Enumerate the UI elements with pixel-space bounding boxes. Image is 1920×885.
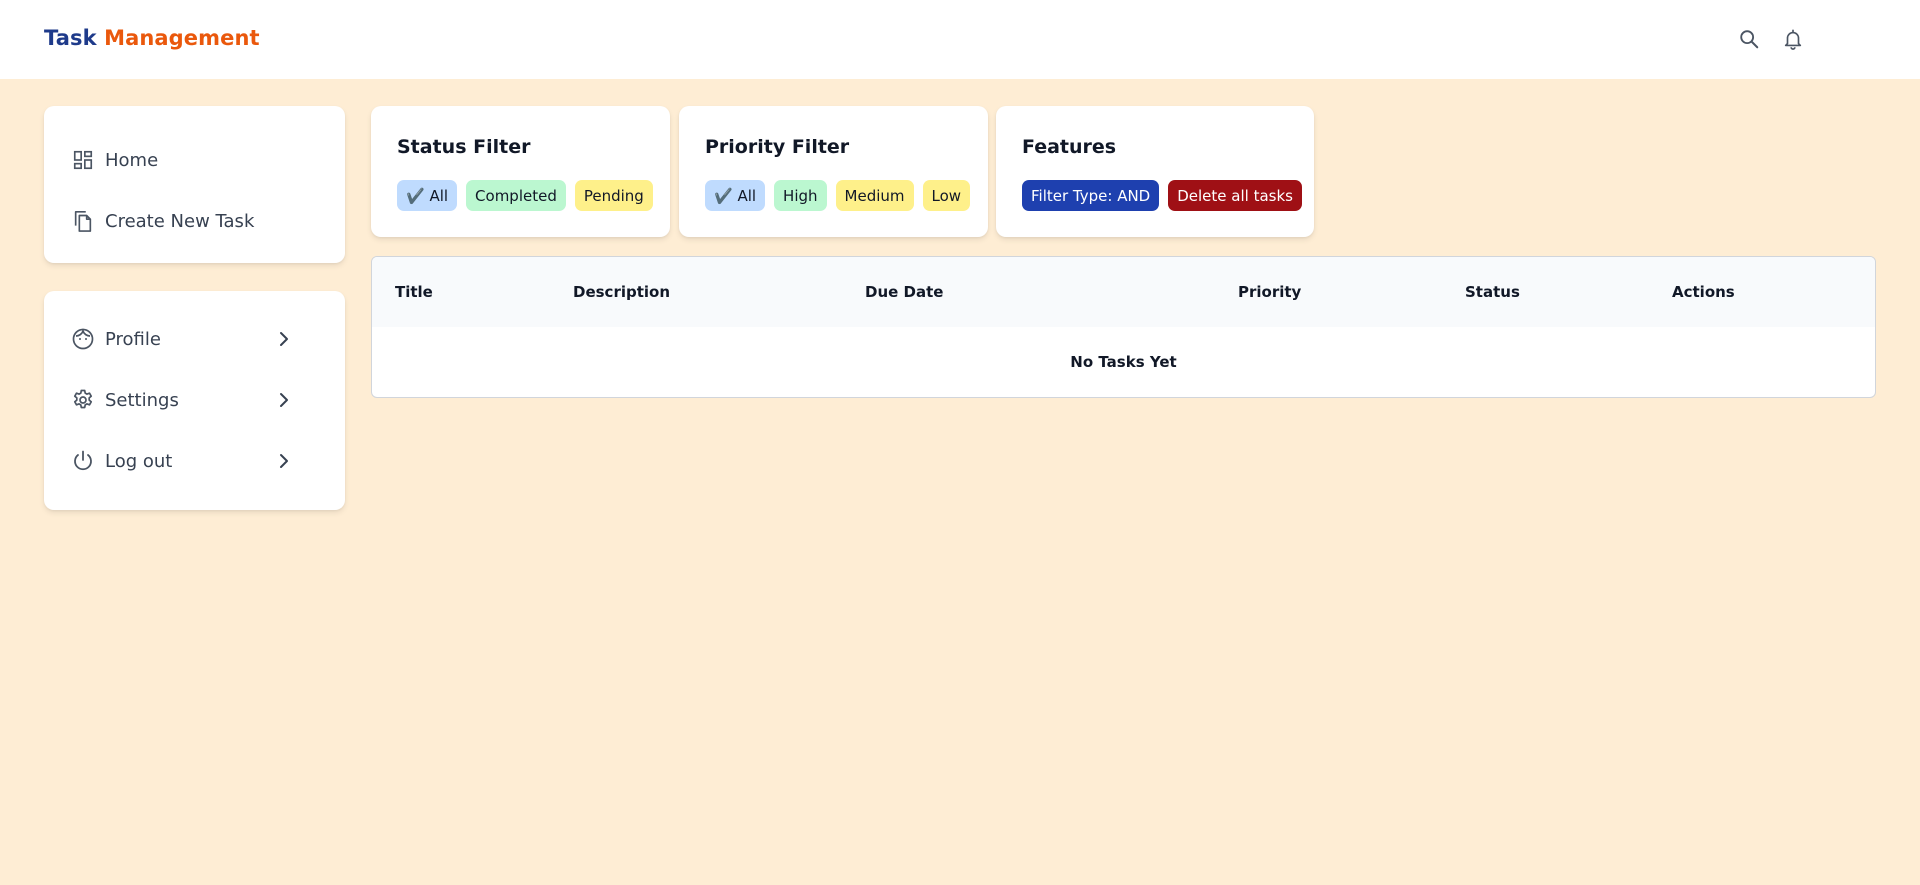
priority-chip-medium[interactable]: Medium — [835, 180, 914, 211]
priority-filter-chips: ✔️ All High Medium Low — [705, 180, 971, 211]
sidebar-item-profile[interactable]: Profile — [70, 321, 320, 357]
chevron-right-icon — [280, 454, 288, 468]
status-filter-chips: ✔️ All Completed Pending — [397, 180, 653, 211]
column-header-actions: Actions — [1672, 283, 1735, 301]
sidebar-item-label: Settings — [105, 389, 179, 411]
sidebar-item-settings[interactable]: Settings — [70, 382, 320, 418]
sidebar-item-label: Home — [105, 149, 159, 171]
priority-chip-all[interactable]: ✔️ All — [705, 180, 766, 211]
delete-all-tasks-button[interactable]: Delete all tasks — [1168, 180, 1302, 211]
sidebar-account-menu: Profile Settings Log out — [44, 291, 345, 510]
bell-icon[interactable] — [1780, 26, 1806, 52]
filter-type-button[interactable]: Filter Type: AND — [1022, 180, 1160, 211]
status-chip-completed[interactable]: Completed — [466, 180, 566, 211]
gear-icon — [70, 387, 96, 413]
power-icon — [70, 448, 96, 474]
priority-chip-high[interactable]: High — [774, 180, 827, 211]
sidebar-item-label: Log out — [105, 450, 173, 472]
column-header-title: Title — [395, 283, 433, 301]
face-icon — [70, 326, 96, 352]
search-icon[interactable] — [1736, 26, 1762, 52]
chevron-right-icon — [280, 332, 288, 346]
status-chip-all[interactable]: ✔️ All — [397, 180, 458, 211]
table-header: Title Description Due Date Priority Stat… — [372, 257, 1875, 327]
sidebar-item-label: Create New Task — [105, 210, 255, 232]
column-header-status: Status — [1465, 283, 1520, 301]
empty-state-message: No Tasks Yet — [1070, 353, 1177, 371]
priority-chip-low[interactable]: Low — [922, 180, 971, 211]
sidebar-item-logout[interactable]: Log out — [70, 443, 320, 479]
top-bar: Task Management — [0, 0, 1920, 79]
status-chip-pending[interactable]: Pending — [574, 180, 653, 211]
app-title-part1: Task — [44, 26, 97, 50]
status-filter-card: Status Filter ✔️ All Completed Pending — [371, 106, 670, 237]
sidebar-main-menu: Home Create New Task — [44, 106, 345, 263]
column-header-priority: Priority — [1238, 283, 1302, 301]
features-card: Features Filter Type: AND Delete all tas… — [996, 106, 1314, 237]
copy-icon — [70, 208, 96, 234]
sidebar-item-label: Profile — [105, 328, 161, 350]
status-filter-title: Status Filter — [397, 136, 531, 158]
dashboard-icon — [70, 147, 96, 173]
column-header-due-date: Due Date — [865, 283, 944, 301]
features-title: Features — [1022, 136, 1117, 158]
sidebar-item-home[interactable]: Home — [70, 142, 320, 178]
priority-filter-card: Priority Filter ✔️ All High Medium Low — [679, 106, 988, 237]
priority-filter-title: Priority Filter — [705, 136, 850, 158]
column-header-description: Description — [573, 283, 671, 301]
tasks-table: Title Description Due Date Priority Stat… — [371, 256, 1876, 398]
features-actions: Filter Type: AND Delete all tasks — [1022, 180, 1302, 211]
app-title[interactable]: Task Management — [44, 26, 260, 50]
app-title-part2: Management — [104, 26, 260, 50]
chevron-right-icon — [280, 393, 288, 407]
sidebar-item-create-new-task[interactable]: Create New Task — [70, 203, 320, 239]
